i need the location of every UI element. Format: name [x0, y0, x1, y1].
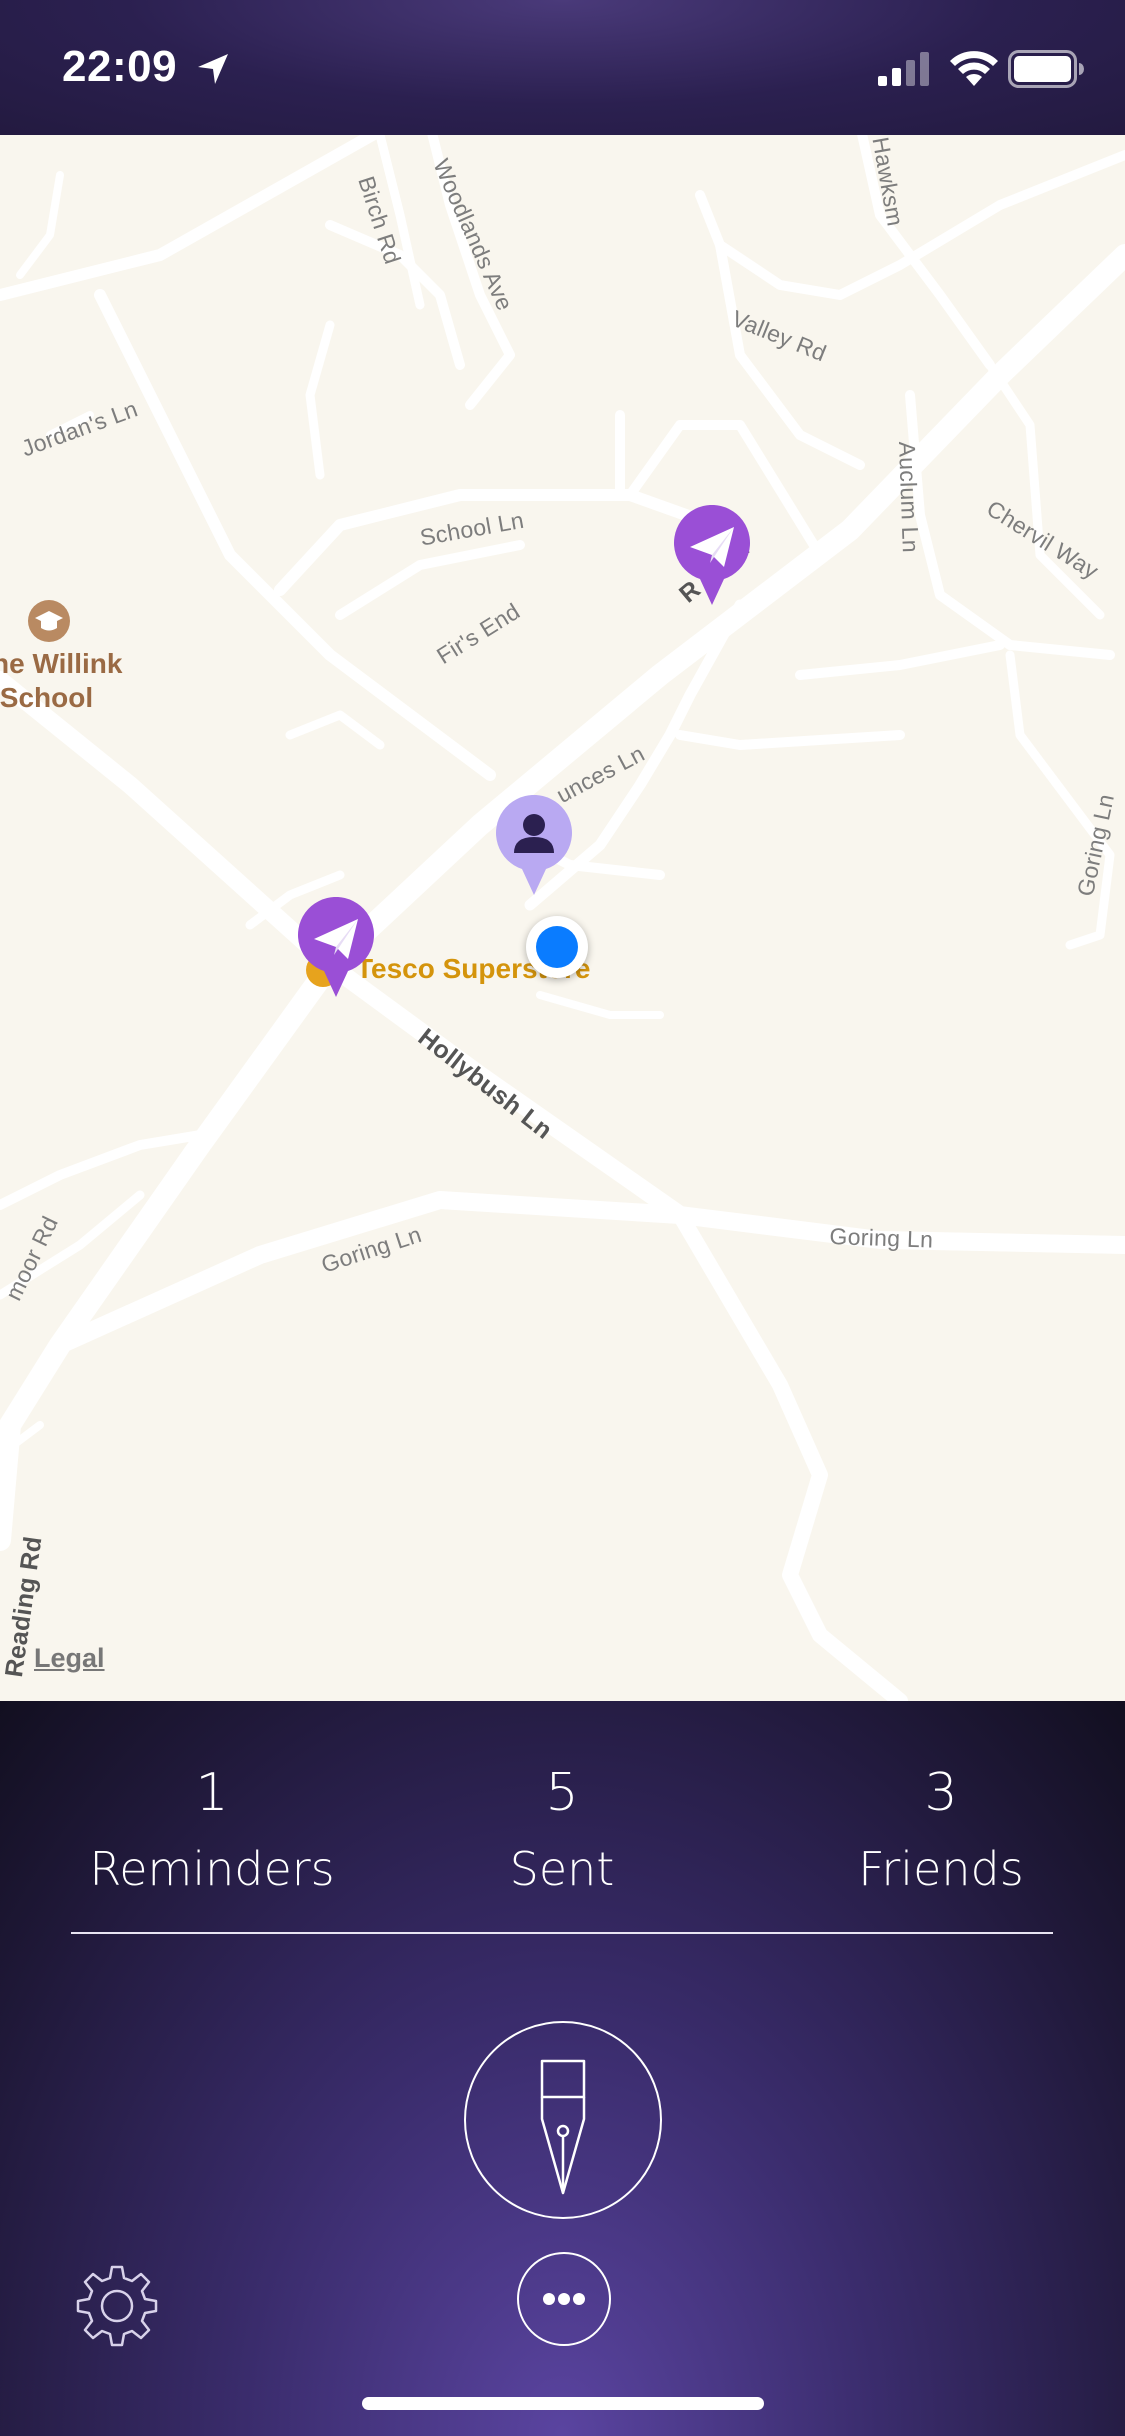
- poi-label-school[interactable]: he Willink School: [0, 647, 122, 715]
- settings-button[interactable]: [72, 2261, 162, 2351]
- friend-pin-icon[interactable]: [492, 795, 576, 897]
- cellular-signal-icon: [878, 52, 929, 86]
- stat-sent[interactable]: 5 Sent: [412, 1761, 712, 1899]
- reminders-label: Reminders: [89, 1842, 335, 1896]
- home-indicator[interactable]: [362, 2397, 764, 2410]
- ellipsis-icon: [543, 2293, 585, 2305]
- sent-label: Sent: [509, 1842, 615, 1896]
- stat-reminders[interactable]: 1 Reminders: [62, 1761, 362, 1899]
- street-label-auclum-ln: Auclum Ln: [894, 441, 924, 554]
- reminders-count: 1: [195, 1763, 229, 1823]
- more-button[interactable]: [517, 2252, 611, 2346]
- current-location-dot: [536, 926, 578, 968]
- paper-plane-pin-icon[interactable]: [294, 897, 378, 999]
- wifi-icon: [950, 51, 998, 86]
- current-location-marker[interactable]: [526, 916, 588, 978]
- compose-button[interactable]: [464, 2021, 662, 2219]
- map-view[interactable]: Birch Rd Woodlands Ave Hawksm Valley Rd …: [0, 135, 1125, 1701]
- status-time: 22:09: [62, 42, 178, 91]
- paper-plane-pin-icon[interactable]: [670, 505, 754, 607]
- legal-link[interactable]: Legal: [34, 1643, 105, 1674]
- friends-label: Friends: [858, 1842, 1024, 1896]
- fountain-pen-icon: [540, 2059, 586, 2195]
- bottom-panel: 1 Reminders 5 Sent 3 Friends: [0, 1701, 1125, 2436]
- street-label-goring-ln-mid: Goring Ln: [829, 1223, 934, 1253]
- friends-count: 3: [924, 1763, 958, 1823]
- stats-divider: [71, 1932, 1053, 1934]
- status-bar: 22:09: [0, 0, 1125, 135]
- stat-friends[interactable]: 3 Friends: [791, 1761, 1091, 1899]
- sent-count: 5: [545, 1763, 579, 1823]
- school-icon[interactable]: [28, 600, 70, 642]
- gear-icon: [76, 2265, 158, 2347]
- location-arrow-icon: [198, 54, 228, 84]
- battery-icon: [1008, 50, 1084, 88]
